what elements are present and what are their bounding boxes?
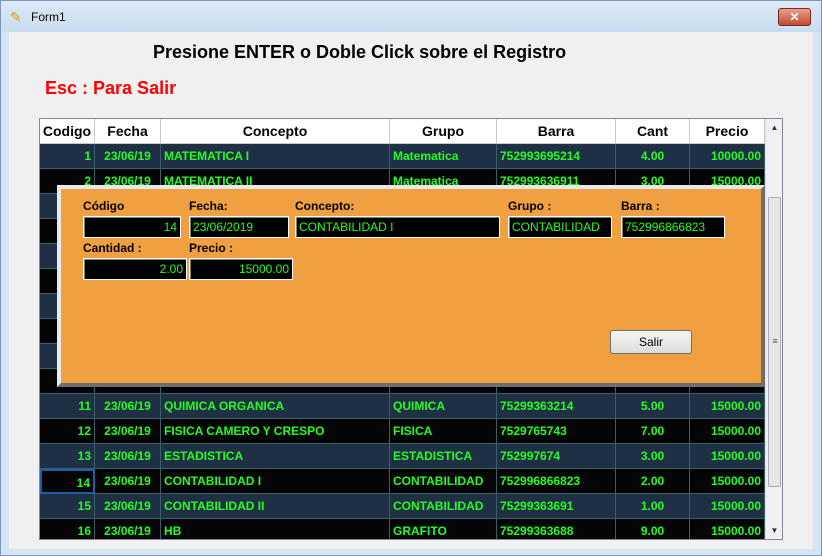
cell-codigo[interactable]: 16	[40, 519, 95, 539]
table-row[interactable]: 11 23/06/19 QUIMICA ORGANICA QUIMICA 7529936…	[40, 394, 765, 419]
cell-concepto[interactable]: QUIMICA ORGANICA	[161, 394, 390, 419]
app-icon: ✎	[10, 9, 22, 25]
precio-label: Precio :	[189, 241, 234, 255]
table-row[interactable]: 1 23/06/19 MATEMATICA I Matematica 752993695…	[40, 144, 765, 169]
table-row[interactable]: 15 23/06/19 CONTABILIDAD II CONTABILIDAD 752…	[40, 494, 765, 519]
instruction-text: Presione ENTER o Doble Click sobre el Re…	[153, 42, 567, 62]
cell-concepto[interactable]: CONTABILIDAD I	[161, 469, 390, 494]
cantidad-field[interactable]: 2.00	[83, 258, 187, 280]
grid-header: Codigo Fecha Concepto Grupo Barra Cant P…	[40, 119, 765, 144]
cell-codigo[interactable]: 14	[40, 469, 95, 494]
fecha-label: Fecha:	[189, 199, 228, 213]
cell-cant[interactable]: 1.00	[616, 494, 690, 519]
cell-codigo[interactable]: 13	[40, 444, 95, 469]
cell-concepto[interactable]: FISICA CAMERO Y CRESPO	[161, 419, 390, 444]
codigo-label: Código	[83, 199, 125, 213]
escape-hint: Esc : Para Salir	[45, 78, 177, 98]
cell-precio[interactable]: 15000.00	[690, 519, 765, 539]
column-header-grupo[interactable]: Grupo	[390, 119, 497, 144]
table-row[interactable]: 14 23/06/19 CONTABILIDAD I CONTABILIDAD 7529…	[40, 469, 765, 494]
cell-precio[interactable]: 10000.00	[690, 144, 765, 169]
barra-label: Barra :	[621, 199, 660, 213]
cell-barra[interactable]: 752993695214	[497, 144, 616, 169]
column-header-codigo[interactable]: Codigo	[40, 119, 95, 144]
cell-fecha[interactable]: 23/06/19	[95, 394, 161, 419]
record-detail-panel: Código 14 Fecha: 23/06/2019 Concepto: CO…	[57, 185, 765, 387]
grupo-field[interactable]: CONTABILIDAD	[508, 216, 612, 238]
column-header-concepto[interactable]: Concepto	[161, 119, 390, 144]
cantidad-label: Cantidad :	[83, 241, 142, 255]
concepto-field[interactable]: CONTABILIDAD I	[295, 216, 500, 238]
cell-grupo[interactable]: ESTADISTICA	[390, 444, 497, 469]
cell-grupo[interactable]: Matematica	[390, 144, 497, 169]
cell-precio[interactable]: 15000.00	[690, 494, 765, 519]
cell-grupo[interactable]: CONTABILIDAD	[390, 494, 497, 519]
column-header-fecha[interactable]: Fecha	[95, 119, 161, 144]
cell-barra[interactable]: 75299363214	[497, 394, 616, 419]
salir-button[interactable]: Salir	[610, 330, 692, 354]
cell-grupo[interactable]: QUIMICA	[390, 394, 497, 419]
cell-grupo[interactable]: FISICA	[390, 419, 497, 444]
table-row[interactable]: 13 23/06/19 ESTADISTICA ESTADISTICA 75299767…	[40, 444, 765, 469]
cell-grupo[interactable]: GRAFITO	[390, 519, 497, 539]
main-window: ✎ Form1 ✕ Presione ENTER o Doble Click s…	[0, 0, 822, 556]
vertical-scrollbar[interactable]: ▲ ≡ ▼	[765, 119, 782, 539]
scroll-down-arrow-icon[interactable]: ▼	[766, 522, 782, 539]
fecha-field[interactable]: 23/06/2019	[189, 216, 289, 238]
scroll-up-arrow-icon[interactable]: ▲	[766, 119, 782, 136]
column-header-precio[interactable]: Precio	[690, 119, 765, 144]
cell-barra[interactable]: 752996866823	[497, 469, 616, 494]
cell-barra[interactable]: 75299363688	[497, 519, 616, 539]
window-title: Form1	[31, 10, 66, 24]
cell-fecha[interactable]: 23/06/19	[95, 419, 161, 444]
barra-field[interactable]: 752996866823	[621, 216, 725, 238]
scroll-thumb[interactable]: ≡	[768, 197, 781, 487]
cell-cant[interactable]: 3.00	[616, 444, 690, 469]
cell-grupo[interactable]: CONTABILIDAD	[390, 469, 497, 494]
cell-codigo[interactable]: 1	[40, 144, 95, 169]
cell-concepto[interactable]: CONTABILIDAD II	[161, 494, 390, 519]
scroll-grip-icon: ≡	[772, 336, 778, 346]
cell-fecha[interactable]: 23/06/19	[95, 469, 161, 494]
cell-concepto[interactable]: HB	[161, 519, 390, 539]
table-row[interactable]: 16 23/06/19 HB GRAFITO 75299363688 9.00 15000.…	[40, 519, 765, 539]
table-row[interactable]: 12 23/06/19 FISICA CAMERO Y CRESPO FISICA 75…	[40, 419, 765, 444]
cell-codigo[interactable]: 15	[40, 494, 95, 519]
codigo-field[interactable]: 14	[83, 216, 181, 238]
cell-codigo[interactable]: 12	[40, 419, 95, 444]
cell-codigo[interactable]: 11	[40, 394, 95, 419]
precio-field[interactable]: 15000.00	[189, 258, 293, 280]
concepto-label: Concepto:	[295, 199, 355, 213]
column-header-barra[interactable]: Barra	[497, 119, 616, 144]
cell-precio[interactable]: 15000.00	[690, 469, 765, 494]
cell-concepto[interactable]: MATEMATICA I	[161, 144, 390, 169]
cell-fecha[interactable]: 23/06/19	[95, 444, 161, 469]
cell-precio[interactable]: 15000.00	[690, 444, 765, 469]
cell-cant[interactable]: 4.00	[616, 144, 690, 169]
cell-barra[interactable]: 752997674	[497, 444, 616, 469]
cell-barra[interactable]: 7529765743	[497, 419, 616, 444]
cell-cant[interactable]: 2.00	[616, 469, 690, 494]
cell-fecha[interactable]: 23/06/19	[95, 144, 161, 169]
cell-barra[interactable]: 75299363691	[497, 494, 616, 519]
cell-fecha[interactable]: 23/06/19	[95, 519, 161, 539]
column-header-cant[interactable]: Cant	[616, 119, 690, 144]
close-button[interactable]: ✕	[778, 8, 811, 26]
title-bar[interactable]: ✎ Form1 ✕	[1, 1, 821, 32]
grupo-label: Grupo :	[508, 199, 552, 213]
cell-cant[interactable]: 7.00	[616, 419, 690, 444]
cell-precio[interactable]: 15000.00	[690, 419, 765, 444]
cell-cant[interactable]: 5.00	[616, 394, 690, 419]
cell-concepto[interactable]: ESTADISTICA	[161, 444, 390, 469]
cell-precio[interactable]: 15000.00	[690, 394, 765, 419]
cell-fecha[interactable]: 23/06/19	[95, 494, 161, 519]
cell-cant[interactable]: 9.00	[616, 519, 690, 539]
